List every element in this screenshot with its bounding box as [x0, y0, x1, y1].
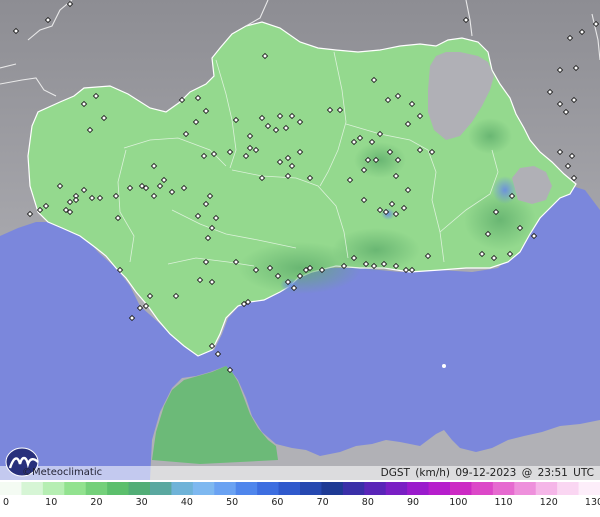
time-zone: UTC: [573, 467, 594, 479]
map-frame: ©Meteoclimatic DGST (km/h) 09-12-2023 @ …: [0, 0, 600, 517]
at-symbol: @: [521, 467, 533, 479]
observation-time: 23:51: [537, 467, 568, 479]
legend-swatch: [557, 482, 580, 495]
legend-swatch: [150, 482, 173, 495]
high-gust-spot: [280, 278, 300, 292]
legend-swatch: [578, 482, 600, 495]
legend-tick: 80: [361, 497, 374, 508]
legend-tick: 40: [180, 497, 193, 508]
wind-gust-map: [0, 0, 600, 480]
legend-swatch: [492, 482, 515, 495]
map-canvas: [0, 0, 600, 480]
legend-tick: 110: [494, 497, 513, 508]
legend-tick: 130: [584, 497, 600, 508]
legend-tick: 30: [135, 497, 148, 508]
variable-name: DGST: [380, 467, 410, 479]
legend-swatch: [235, 482, 258, 495]
legend-tick: 20: [90, 497, 103, 508]
legend-tick: 120: [539, 497, 558, 508]
legend-swatch: [471, 482, 494, 495]
brand-name: Meteoclimatic: [32, 467, 103, 478]
legend-swatch: [514, 482, 537, 495]
legend-swatch: [342, 482, 365, 495]
legend-swatch: [407, 482, 430, 495]
variable-unit: (km/h): [415, 467, 450, 479]
legend-swatch: [128, 482, 151, 495]
legend-color-bar: [0, 482, 600, 495]
gust-zone: [468, 118, 512, 154]
legend-swatch: [21, 482, 44, 495]
legend-swatch: [535, 482, 558, 495]
legend-swatch: [257, 482, 280, 495]
legend-tick: 10: [45, 497, 58, 508]
map-metadata: DGST (km/h) 09-12-2023 @ 23:51 UTC: [379, 466, 594, 480]
legend-tick: 100: [449, 497, 468, 508]
legend-swatch: [64, 482, 87, 495]
legend-swatch: [300, 482, 323, 495]
legend-tick: 50: [226, 497, 239, 508]
legend-swatch: [42, 482, 65, 495]
legend-tick: 70: [316, 497, 329, 508]
legend-swatch: [107, 482, 130, 495]
legend-swatch: [278, 482, 301, 495]
observation-date: 09-12-2023: [455, 467, 517, 479]
copyright-symbol: ©: [22, 467, 32, 478]
legend-swatch: [450, 482, 473, 495]
legend-swatch: [192, 482, 215, 495]
legend-tick: 0: [2, 497, 10, 508]
legend-swatch: [364, 482, 387, 495]
legend-tick-labels: 0 10 20 30 40 50 60 70 80 90 100 110 120 130: [0, 497, 600, 515]
legend-swatch: [85, 482, 108, 495]
color-legend: 0 10 20 30 40 50 60 70 80 90 100 110 120 130: [0, 480, 600, 517]
legend-swatch: [0, 482, 23, 495]
legend-swatch: [214, 482, 237, 495]
brand-label: ©Meteoclimatic: [22, 466, 102, 480]
alboran-islet: [442, 364, 446, 368]
legend-swatch: [321, 482, 344, 495]
legend-swatch: [171, 482, 194, 495]
legend-swatch: [385, 482, 408, 495]
legend-tick: 60: [271, 497, 284, 508]
legend-swatch: [428, 482, 451, 495]
legend-tick: 90: [407, 497, 420, 508]
